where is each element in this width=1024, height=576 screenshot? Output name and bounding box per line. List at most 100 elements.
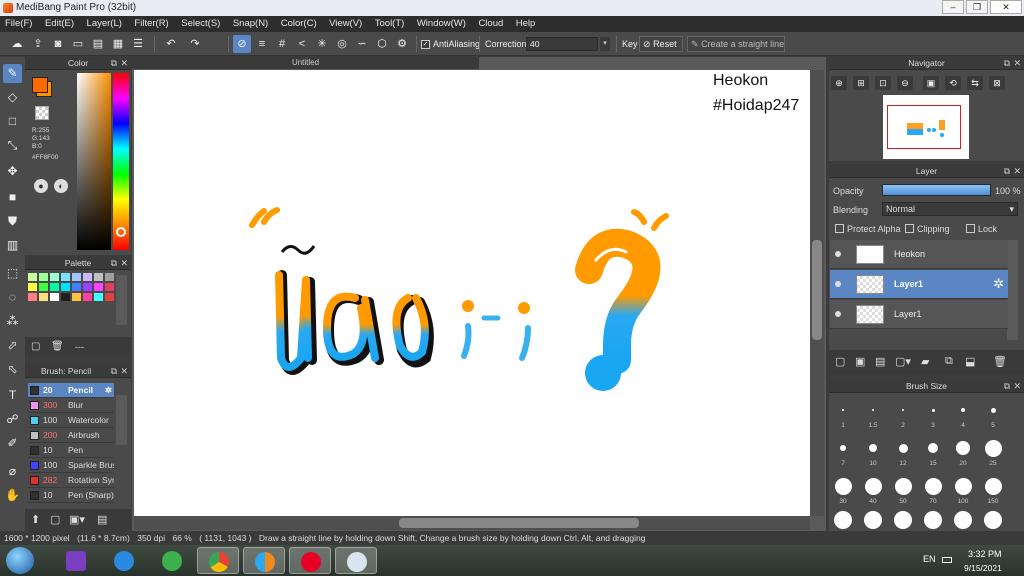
menu-window[interactable]: Window(W) [412,16,471,31]
pin-icon[interactable]: ⧉ [1004,165,1010,178]
brush-size-dot[interactable] [924,511,942,529]
palette-swatch[interactable] [72,283,81,291]
close-icon[interactable]: ✕ [1013,380,1021,393]
new-brush-icon[interactable]: ▢ [50,513,60,526]
palette-swatch[interactable] [28,273,37,281]
menu-filter[interactable]: Filter(R) [129,16,173,31]
transparent-color-swatch[interactable] [35,106,49,120]
foreground-color-swatch[interactable] [32,77,48,93]
close-icon[interactable]: ✕ [120,365,128,378]
brush-size-dot[interactable] [956,441,970,455]
gradient-tool-icon[interactable]: ▥ [3,236,22,255]
pin-icon[interactable]: ⧉ [111,57,117,70]
vertical-scroll-thumb[interactable] [812,240,822,340]
brush-item[interactable]: 200 Airbrush [28,428,114,443]
palette-swatch[interactable] [83,283,92,291]
trash-icon[interactable]: 🗑 [51,341,64,353]
palette-swatch[interactable] [39,293,48,301]
taskbar-internet-explorer[interactable] [103,547,145,574]
new-color-layer-icon[interactable]: ▣ [855,355,865,368]
horizontal-scrollbar[interactable] [134,516,810,530]
document-icon[interactable]: ▤ [89,35,107,53]
brush-settings-icon[interactable]: ▤ [97,513,107,526]
layer-scrollbar[interactable] [1007,240,1018,340]
protect-alpha-checkbox[interactable] [835,224,844,233]
straight-line-button[interactable]: ✎ Create a straight line [687,36,785,52]
divide-tool-icon[interactable]: ✐ [3,434,22,453]
opacity-slider[interactable] [882,184,991,196]
document-tab[interactable]: Untitled [132,57,479,69]
select-pen-tool-icon[interactable]: ⬀ [3,336,22,355]
taskbar-visual-studio[interactable] [55,547,97,574]
layer-row[interactable]: Heokon [830,240,1008,269]
bucket-tool-icon[interactable]: ⛊ [3,212,22,231]
grid-doc-icon[interactable]: ▦ [109,35,127,53]
palette-swatch[interactable] [94,293,103,301]
brush-item[interactable]: 100 Sparkle Brush [28,458,114,473]
share-icon[interactable]: ⇪ [29,35,47,53]
pin-icon[interactable]: ⧉ [111,365,117,378]
palette-swatch[interactable] [28,293,37,301]
battery-icon[interactable] [942,557,952,563]
clock-date[interactable]: 9/15/2021 [964,563,1002,573]
reset-view-icon[interactable]: ⊠ [989,76,1005,90]
ellipse-snap-icon[interactable]: ⬡ [373,35,391,53]
brush-item[interactable]: 282 Rotation Sym [28,473,114,488]
new-layer-icon[interactable]: ▢ [835,355,845,368]
brush-item[interactable]: 20 Pencil ✲ [28,383,114,398]
pin-icon[interactable]: ⧉ [1004,380,1010,393]
radial-snap-icon[interactable]: ✳ [313,35,331,53]
add-layer-menu-icon[interactable]: ▢▾ [895,355,911,368]
palette-swatch[interactable] [83,293,92,301]
parallel-snap-icon[interactable]: ≡ [253,35,271,53]
close-icon[interactable]: ✕ [1013,57,1021,70]
brush-size-dot[interactable] [984,511,1002,529]
palette-swatch[interactable] [83,273,92,281]
vertical-scrollbar[interactable] [810,70,824,516]
curve-snap-icon[interactable]: ∽ [353,35,371,53]
hue-handle[interactable] [116,227,126,237]
lasso-tool-icon[interactable]: ◌ [3,288,22,307]
comment-icon[interactable]: ◙ [49,35,67,53]
brush-item[interactable]: 300 Blur [28,398,114,413]
zoom-actual-icon[interactable]: ⊡ [875,76,891,90]
zoom-out-icon[interactable]: ⊖ [897,76,913,90]
visibility-eye-icon[interactable] [835,251,841,257]
brush-size-dot[interactable] [869,444,877,452]
palette-swatch[interactable] [39,283,48,291]
grid-snap-icon[interactable]: # [273,35,291,53]
fill-rect-tool-icon[interactable]: ■ [3,188,22,207]
layer-settings-gear-icon[interactable]: ✲ [993,276,1004,292]
brush-size-dot[interactable] [954,477,972,495]
brush-size-dot[interactable] [864,477,882,495]
brush-size-dot[interactable] [842,409,844,411]
brush-size-dot[interactable] [840,445,846,451]
no-snap-icon[interactable]: ⊘ [233,35,251,53]
folder-icon[interactable]: ▰ [921,355,929,368]
brush-item[interactable]: 10 Pen [28,443,114,458]
palette-swatch[interactable] [105,293,114,301]
taskbar-app-green[interactable] [151,547,193,574]
menu-layer[interactable]: Layer(L) [82,16,127,31]
palette-swatch[interactable] [105,283,114,291]
reset-button[interactable]: ⊘ Reset [639,36,683,52]
snap-settings-icon[interactable]: ⚙ [393,35,411,53]
brush-size-dot[interactable] [984,477,1002,495]
text-tool-icon[interactable]: T [3,386,22,405]
close-button[interactable]: ✕ [990,0,1022,14]
menu-select[interactable]: Select(S) [176,16,225,31]
layer-row[interactable]: Layer1 ✲ [830,270,1008,299]
hue-slider[interactable] [113,73,129,250]
magic-wand-tool-icon[interactable]: ⁂ [3,312,22,331]
palette-swatch[interactable] [50,273,59,281]
maximize-button[interactable]: ❐ [966,0,988,14]
trash-icon[interactable]: 🗑 [993,355,1007,368]
pin-icon[interactable]: ⧉ [111,257,117,270]
palette-swatch[interactable] [94,273,103,281]
brush-size-dot[interactable] [984,439,1002,457]
color-palette-icon[interactable]: ◐ [54,179,68,193]
list-doc-icon[interactable]: ☰ [129,35,147,53]
rotate-icon[interactable]: ⟲ [945,76,961,90]
close-icon[interactable]: ✕ [120,257,128,270]
palette-swatch[interactable] [39,273,48,281]
